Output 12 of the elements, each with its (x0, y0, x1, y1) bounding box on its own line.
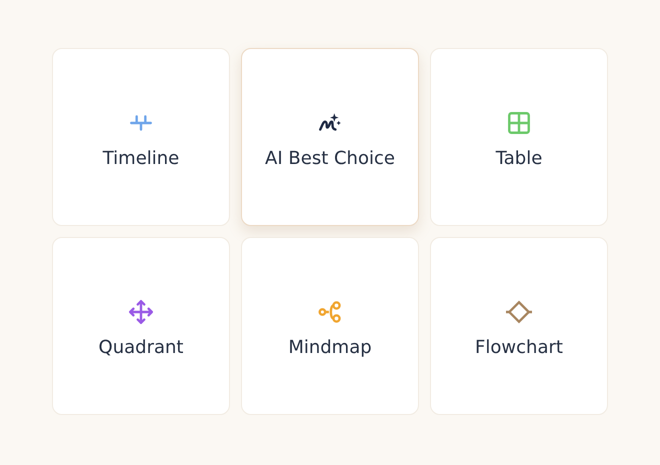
option-label: Table (496, 148, 542, 168)
option-label: Flowchart (475, 336, 563, 358)
option-label: Quadrant (98, 336, 184, 358)
option-label: Timeline (102, 148, 180, 168)
option-label: AI Best Choice (265, 148, 395, 168)
option-card[interactable]: Timeline (52, 48, 230, 226)
option-card[interactable]: Table (430, 48, 608, 226)
option-card[interactable]: AI Best Choice (241, 48, 419, 226)
option-card[interactable]: Mindmap (241, 237, 419, 415)
option-card[interactable]: Quadrant (52, 237, 230, 415)
option-card[interactable]: Flowchart (430, 237, 608, 415)
option-label: Mindmap (288, 336, 372, 358)
